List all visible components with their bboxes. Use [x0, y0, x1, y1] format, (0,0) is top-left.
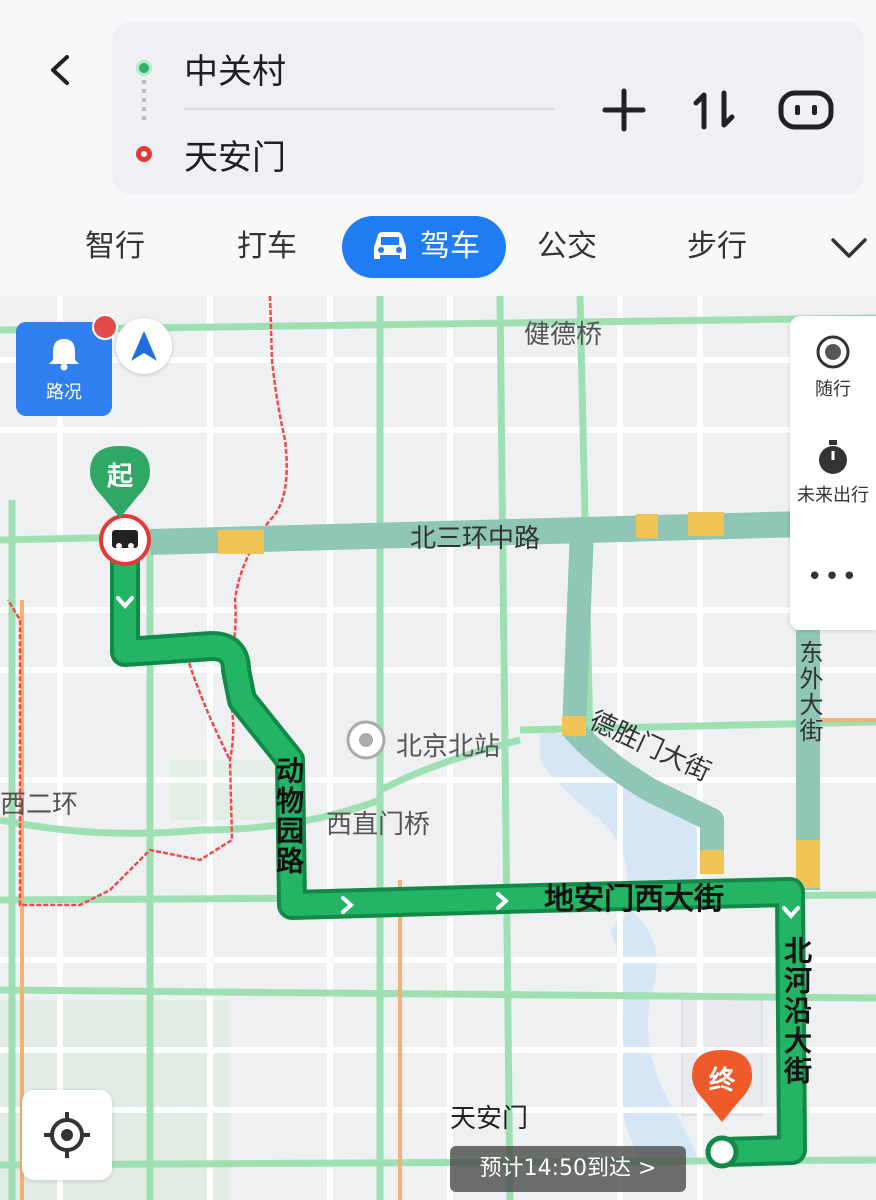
- map-label-road: 动物园路: [272, 756, 305, 876]
- end-marker-icon: [705, 1135, 739, 1169]
- follow-icon: [816, 335, 850, 369]
- map-label-station: 北京北站: [396, 732, 501, 762]
- plus-icon: [602, 88, 646, 132]
- chevron-left-icon: [51, 55, 69, 85]
- my-location-button[interactable]: [22, 1090, 112, 1180]
- swap-button[interactable]: [684, 80, 744, 140]
- compass-button[interactable]: [116, 318, 172, 374]
- side-more-button[interactable]: •••: [790, 562, 876, 592]
- origin-text[interactable]: 中关村: [184, 44, 286, 93]
- map-label-bridge: 健德桥: [524, 320, 603, 350]
- map-label-road: 北河沿大街: [780, 936, 813, 1086]
- map-label-road: 东外大街: [795, 640, 823, 744]
- map-label-road: 地安门西大街: [544, 882, 724, 917]
- car-icon: [374, 232, 406, 259]
- eta-banner[interactable]: 预计14:50到达 >: [450, 1146, 686, 1192]
- tab-smart[interactable]: 智行: [70, 216, 160, 278]
- tab-drive-label: 驾车: [420, 229, 480, 264]
- road-condition-button[interactable]: 路况: [16, 314, 118, 416]
- traffic-slow-segment: [688, 512, 724, 536]
- tab-taxi[interactable]: 打车: [222, 216, 312, 278]
- stopwatch-icon: [819, 440, 847, 474]
- road-condition-label: 路况: [46, 382, 82, 403]
- origin-row[interactable]: 中关村: [112, 26, 564, 110]
- back-button[interactable]: [30, 40, 90, 100]
- divider: [184, 108, 554, 110]
- origin-dot-icon: [136, 60, 152, 76]
- more-modes-button[interactable]: [824, 216, 874, 278]
- traffic-slow-segment: [636, 514, 658, 538]
- tab-transit[interactable]: 公交: [522, 216, 612, 278]
- destination-row[interactable]: 天安门: [112, 112, 564, 196]
- map-label-road: 北三环中路: [410, 524, 541, 554]
- traffic-slow-segment: [562, 716, 586, 736]
- locate-icon: [44, 1112, 90, 1158]
- end-pin-label: 终: [708, 1066, 735, 1096]
- side-future-trip-label: 未来出行: [797, 485, 869, 506]
- chevron-down-icon: [831, 238, 867, 258]
- transport-mode-tabs: 智行 打车 驾车 公交 步行: [0, 208, 876, 284]
- traffic-slow-segment: [700, 850, 724, 874]
- route-input-box: 中关村 天安门: [112, 22, 864, 194]
- robot-icon: [778, 90, 834, 130]
- map-side-panel: 随行 未来出行 •••: [790, 316, 876, 630]
- side-follow-button[interactable]: 随行: [790, 334, 876, 401]
- swap-icon: [693, 90, 735, 130]
- add-stop-button[interactable]: [594, 80, 654, 140]
- map-view[interactable]: 起 终 健德桥 北三环中路 北京北站 西直门桥 德胜门大街 地安门西大街 动物园…: [0, 296, 876, 1200]
- destination-text[interactable]: 天安门: [184, 130, 286, 179]
- traffic-slow-segment: [218, 530, 264, 554]
- voice-assistant-button[interactable]: [776, 80, 836, 140]
- map-label-bridge: 西直门桥: [326, 810, 431, 840]
- notification-badge: [92, 314, 118, 340]
- side-follow-label: 随行: [815, 379, 851, 400]
- car-marker-icon: [112, 530, 138, 548]
- side-future-trip-button[interactable]: 未来出行: [790, 438, 876, 507]
- map-label-road: 西二环: [0, 790, 79, 820]
- destination-dot-icon: [136, 146, 152, 162]
- bell-icon: [49, 339, 79, 371]
- tab-walk[interactable]: 步行: [672, 216, 762, 278]
- end-pin: 终: [690, 1048, 754, 1124]
- route-header: 中关村 天安门 智行 打车 驾车 公交 步行: [0, 0, 876, 296]
- start-pin: 起: [88, 444, 152, 520]
- start-pin-label: 起: [106, 462, 133, 492]
- tab-drive[interactable]: 驾车: [342, 216, 506, 278]
- navigation-arrow-icon: [131, 331, 157, 361]
- map-label-landmark: 天安门: [450, 1104, 529, 1134]
